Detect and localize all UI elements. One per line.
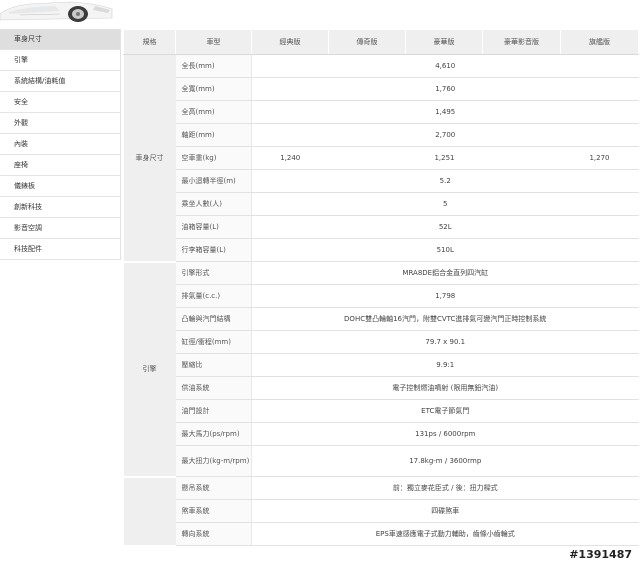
table-row: 懸吊系統 前：獨立麥花臣式 / 後：扭力樑式 xyxy=(123,476,639,547)
table-row: 排氣量(c.c.) 1,798 xyxy=(124,284,639,308)
header-trim: 豪華影音版 xyxy=(482,29,561,55)
table-row: 凸輪與汽門結構 DOHC雙凸輪軸16汽門，附雙CVTC進排氣可變汽門正時控制系統 xyxy=(124,307,639,331)
table-row: 車身尺寸 全長(mm) 4,610 xyxy=(123,54,639,263)
spec-value: 四碟煞車 xyxy=(251,499,639,523)
table-row: 轉向系統 EPS車速感應電子式動力輔助，齒條小齒輪式 xyxy=(124,522,639,546)
spec-label: 最大馬力(ps/rpm) xyxy=(175,422,252,446)
spec-value: 電子控制燃油噴射 (限用無鉛汽油) xyxy=(251,376,639,400)
table-row: 油箱容量(L) 52L xyxy=(124,215,639,239)
spec-value: 1,495 xyxy=(251,100,639,124)
spec-label: 壓縮比 xyxy=(175,353,252,377)
sidebar-item[interactable]: 安全 xyxy=(0,92,120,113)
table-row: 壓縮比 9.9:1 xyxy=(124,353,639,377)
watermark: #1391487 xyxy=(567,548,634,561)
table-row: 煞車系統 四碟煞車 xyxy=(124,499,639,523)
spec-value: 4,610 xyxy=(251,54,639,78)
spec-value: 1,798 xyxy=(251,284,639,308)
spec-table: 規格 車型 經典版 傳奇版 豪華版 豪華影音版 旗艦版 車身尺寸 全長(mm) 4,… xyxy=(123,29,639,547)
table-row: 缸徑/衝程(mm) 79.7 x 90.1 xyxy=(124,330,639,354)
spec-label: 缸徑/衝程(mm) xyxy=(175,330,252,354)
spec-value: DOHC雙凸輪軸16汽門，附雙CVTC進排氣可變汽門正時控制系統 xyxy=(251,307,639,331)
table-row: 最大馬力(ps/rpm) 131ps / 6000rpm xyxy=(124,422,639,446)
spec-label: 凸輪與汽門結構 xyxy=(175,307,252,331)
sidebar-item[interactable]: 影音空調 xyxy=(0,218,120,239)
sidebar-item[interactable]: 車身尺寸 xyxy=(0,29,120,50)
spec-label: 空車重(kg) xyxy=(175,146,252,170)
spec-value: MRA8DE鋁合金直列四汽缸 xyxy=(251,261,639,285)
spec-value: 1,760 xyxy=(251,77,639,101)
spec-value: 510L xyxy=(251,238,639,262)
spec-label: 引擎形式 xyxy=(175,261,252,285)
header-trim: 豪華版 xyxy=(405,29,483,55)
table-row: 全寬(mm) 1,760 xyxy=(124,77,639,101)
table-row: 最小迴轉半徑(m) 5.2 xyxy=(124,169,639,193)
spec-value: 17.8kg-m / 3600rmp xyxy=(251,445,639,477)
spec-value: ETC電子節氣門 xyxy=(251,399,639,423)
header-model: 車型 xyxy=(175,29,252,55)
spec-value: 5.2 xyxy=(251,169,639,193)
table-row: 全高(mm) 1,495 xyxy=(124,100,639,124)
spec-label: 懸吊系統 xyxy=(175,476,252,500)
spec-value: 1,270 xyxy=(560,146,639,170)
sidebar-item[interactable]: 系統結構/油耗值 xyxy=(0,71,120,92)
spec-label: 排氣量(c.c.) xyxy=(175,284,252,308)
spec-label: 最小迴轉半徑(m) xyxy=(175,169,252,193)
sidebar-item[interactable]: 內裝 xyxy=(0,134,120,155)
table-row: 空車重(kg) 1,240 1,251 1,270 xyxy=(124,146,639,170)
sidebar-item[interactable]: 創新科技 xyxy=(0,197,120,218)
spec-label: 供油系統 xyxy=(175,376,252,400)
sidebar-item[interactable]: 外觀 xyxy=(0,113,120,134)
spec-label: 軸距(mm) xyxy=(175,123,252,147)
header-trim: 經典版 xyxy=(251,29,329,55)
sidebar-item[interactable]: 座椅 xyxy=(0,155,120,176)
spec-label: 全寬(mm) xyxy=(175,77,252,101)
spec-label: 行李箱容量(L) xyxy=(175,238,252,262)
spec-value: 9.9:1 xyxy=(251,353,639,377)
spec-value: 5 xyxy=(251,192,639,216)
spec-label: 煞車系統 xyxy=(175,499,252,523)
spec-value: 131ps / 6000rpm xyxy=(251,422,639,446)
car-image xyxy=(0,0,115,24)
sidebar-item[interactable]: 引擎 xyxy=(0,50,120,71)
table-row: 供油系統 電子控制燃油噴射 (限用無鉛汽油) xyxy=(124,376,639,400)
spec-value: 79.7 x 90.1 xyxy=(251,330,639,354)
section-name xyxy=(123,476,176,547)
table-row: 引擎 引擎形式 MRA8DE鋁合金直列四汽缸 xyxy=(123,261,639,478)
spec-label: 全高(mm) xyxy=(175,100,252,124)
table-row: 最大扭力(kg-m/rpm) 17.8kg-m / 3600rmp xyxy=(124,445,639,477)
header-trim: 傳奇版 xyxy=(328,29,406,55)
spec-label: 全長(mm) xyxy=(175,54,252,78)
spec-value: EPS車速感應電子式動力輔助，齒條小齒輪式 xyxy=(251,522,639,546)
spec-sidebar: 車身尺寸 引擎 系統結構/油耗值 安全 外觀 內裝 座椅 儀錶板 創新科技 影音空調 科技配件 xyxy=(0,29,121,260)
table-row: 行李箱容量(L) 510L xyxy=(124,238,639,262)
table-row: 軸距(mm) 2,700 xyxy=(124,123,639,147)
spec-label: 油門設計 xyxy=(175,399,252,423)
table-header-row: 規格 車型 經典版 傳奇版 豪華版 豪華影音版 旗艦版 xyxy=(123,29,639,55)
header-category: 規格 xyxy=(123,29,176,55)
sidebar-item[interactable]: 科技配件 xyxy=(0,239,120,260)
spec-value: 前：獨立麥花臣式 / 後：扭力樑式 xyxy=(251,476,639,500)
table-row: 油門設計 ETC電子節氣門 xyxy=(124,399,639,423)
section-name: 引擎 xyxy=(123,261,176,478)
spec-label: 轉向系統 xyxy=(175,522,252,546)
spec-value: 52L xyxy=(251,215,639,239)
table-row: 乘坐人數(人) 5 xyxy=(124,192,639,216)
section-name: 車身尺寸 xyxy=(123,54,176,263)
sidebar-item[interactable]: 儀錶板 xyxy=(0,176,120,197)
spec-value: 1,251 xyxy=(328,146,561,170)
spec-value: 2,700 xyxy=(251,123,639,147)
spec-label: 油箱容量(L) xyxy=(175,215,252,239)
spec-label: 乘坐人數(人) xyxy=(175,192,252,216)
spec-value: 1,240 xyxy=(251,146,329,170)
header-trim: 旗艦版 xyxy=(560,29,639,55)
spec-label: 最大扭力(kg-m/rpm) xyxy=(175,445,252,477)
